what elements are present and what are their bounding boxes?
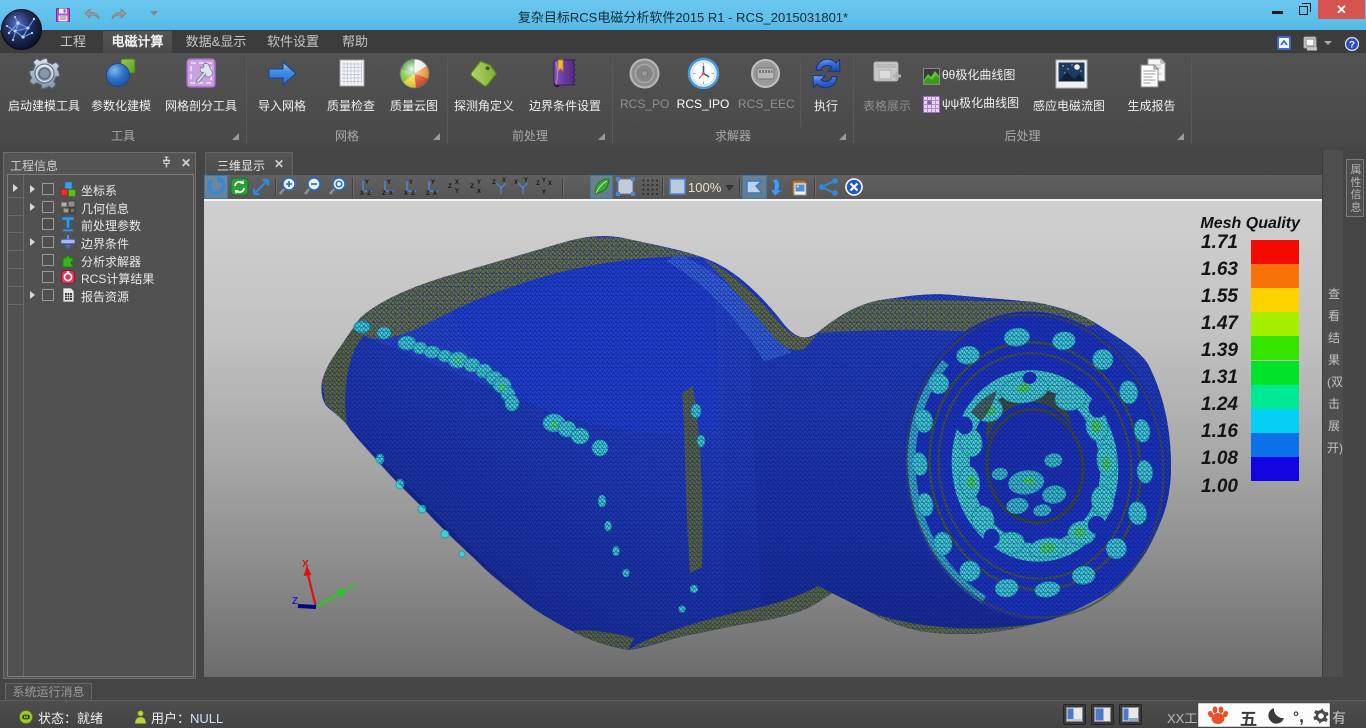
svg-text:Y: Y [477,179,481,186]
svg-text:Z: Z [470,183,474,190]
svg-text:Y: Y [455,188,459,195]
svg-text:Z: Z [367,190,371,197]
svg-text:X: X [360,190,364,197]
svg-text:Z: Z [448,183,452,190]
svg-text:Y: Y [542,189,546,196]
svg-text:X: X [404,190,408,197]
svg-text:Z: Z [492,179,496,186]
svg-text:Z: Z [382,190,386,197]
svg-text:X: X [514,179,518,186]
svg-text:?: ? [1349,39,1355,50]
svg-text:100%: 100% [688,180,722,195]
svg-text:Y: Y [348,583,355,594]
svg-text:Z: Z [411,190,415,197]
svg-text:Z: Z [536,180,540,187]
svg-text:Y: Y [524,177,528,184]
svg-text:Y: Y [431,179,435,186]
svg-text:X: X [502,177,506,184]
svg-text:X: X [389,190,393,197]
svg-text:X: X [548,180,552,187]
svg-text:X: X [477,188,481,195]
svg-text:Z: Z [292,596,298,607]
svg-text:X: X [455,179,459,186]
svg-text:Y: Y [387,179,391,186]
svg-text:Z: Z [426,190,430,197]
svg-text:Y: Y [409,179,413,186]
svg-text:Y: Y [365,179,369,186]
svg-text:Y: Y [542,177,546,184]
svg-text:X: X [433,190,437,197]
svg-text:X: X [302,559,309,570]
